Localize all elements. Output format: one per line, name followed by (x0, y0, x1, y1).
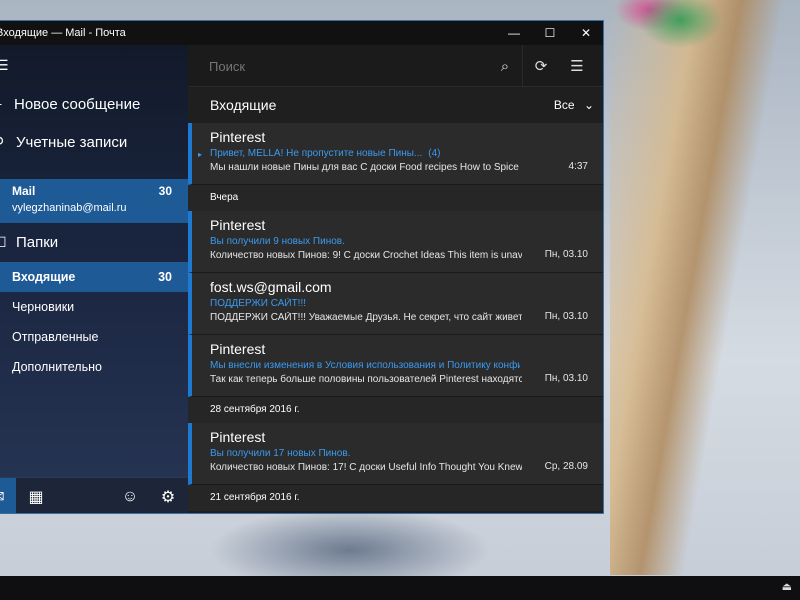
gear-icon[interactable]: ⚙ (150, 478, 186, 513)
message-subject-text: Привет, MELLA! Не пропустите новые Пины.… (210, 148, 423, 159)
account-name: Mail (12, 184, 36, 198)
folder-drafts[interactable]: Черновики (0, 292, 188, 322)
usb-icon[interactable]: ⏏ (782, 580, 792, 593)
taskbar: ⏏ (0, 576, 800, 600)
message-item[interactable]: Pinterest Мы внесли изменения в Условия … (188, 335, 603, 397)
message-subject: Вы получили 17 новых Пинов. (210, 448, 351, 459)
folder-label: Отправленные (12, 330, 99, 344)
maximize-button[interactable]: ☐ (532, 21, 568, 45)
message-subject: ПОДДЕРЖИ САЙТ!!! (210, 298, 307, 309)
message-item[interactable]: fost.ws@gmail.com ПОДДЕРЖИ САЙТ!!! ПОДДЕ… (188, 273, 603, 335)
person-icon: ⚲ (0, 134, 8, 151)
menu-icon: ☰ (0, 57, 10, 74)
mail-window: Входящие — Mail - Почта — ☐ ✕ ☰ + Новое … (0, 20, 604, 514)
thread-count: (4) (428, 148, 441, 159)
account-email: vylegzhaninab@mail.ru (12, 202, 127, 214)
title-bar: Входящие — Mail - Почта — ☐ ✕ (0, 21, 603, 45)
folder-more[interactable]: Дополнительно (0, 352, 188, 382)
folder-sent[interactable]: Отправленные (0, 322, 188, 352)
sync-icon[interactable]: ⟳ (524, 45, 558, 87)
folder-count: 30 (158, 270, 172, 284)
message-preview: Количество новых Пинов: 17! С доски Usef… (210, 462, 522, 473)
folder-label: Дополнительно (12, 360, 102, 374)
folder-icon: ☐ (0, 234, 8, 251)
folder-label: Черновики (12, 300, 75, 314)
accounts-label: Учетные записи (16, 133, 128, 151)
message-time: 4:37 (568, 161, 588, 172)
folder-inbox[interactable]: Входящие 30 (0, 262, 188, 292)
message-item[interactable]: Pinterest Вы получили 17 новых Пинов. Ко… (188, 423, 603, 485)
message-sender: Pinterest (210, 341, 266, 357)
sidebar-bottom-bar: ✉ ▦ ☺ ⚙ (0, 477, 188, 513)
message-subject: Вы получили 9 новых Пинов. (210, 236, 345, 247)
message-time: Пн, 03.10 (544, 249, 588, 260)
folders-button[interactable]: ☐ Папки (0, 227, 188, 257)
message-sender: Pinterest (210, 429, 266, 445)
message-list: ▸ Pinterest Привет, MELLA! Не пропустите… (188, 123, 603, 513)
message-list-pane: ⌕ ⟳ ☰ Входящие Все ⌄ ▸ Pinterest Привет,… (188, 45, 603, 513)
search-icon[interactable]: ⌕ (488, 45, 522, 87)
message-subject: Мы внесли изменения в Условия использова… (210, 360, 520, 371)
mail-icon[interactable]: ✉ (0, 478, 16, 513)
inbox-title: Входящие (210, 97, 277, 113)
date-group-header: Вчера (188, 185, 603, 211)
folders-label: Папки (16, 233, 59, 251)
smiley-icon[interactable]: ☺ (112, 478, 148, 513)
message-preview: ПОДДЕРЖИ САЙТ!!! Уважаемые Друзья. Не се… (210, 312, 522, 323)
wallpaper-figure (610, 0, 800, 575)
message-time: Пн, 03.10 (544, 373, 588, 384)
filter-dropdown[interactable]: Все ⌄ (554, 98, 594, 112)
message-time: Ср, 28.09 (544, 461, 588, 472)
date-group-header: 28 сентября 2016 г. (188, 397, 603, 423)
account-mail[interactable]: Mail 30 vylegzhaninab@mail.ru (0, 179, 188, 223)
minimize-button[interactable]: — (496, 21, 532, 45)
message-item[interactable]: ▸ Pinterest Привет, MELLA! Не пропустите… (188, 123, 603, 185)
inbox-header: Входящие Все ⌄ (188, 87, 603, 123)
message-preview: Мы нашли новые Пины для вас С доски Food… (210, 162, 522, 173)
date-group-header: 21 сентября 2016 г. (188, 485, 603, 511)
message-time: Пн, 03.10 (544, 311, 588, 322)
new-message-button[interactable]: + Новое сообщение (0, 89, 188, 119)
calendar-icon[interactable]: ▦ (18, 478, 54, 513)
divider (522, 45, 523, 87)
select-icon[interactable]: ☰ (560, 45, 594, 87)
account-count: 30 (158, 184, 172, 198)
filter-label: Все (553, 98, 575, 112)
window-title: Входящие — Mail - Почта (0, 27, 126, 39)
unread-arrow-icon: ▸ (198, 150, 203, 159)
message-item[interactable]: Pinterest Вы получили 9 новых Пинов. Кол… (188, 211, 603, 273)
new-message-label: Новое сообщение (14, 95, 141, 113)
message-preview: Так как теперь больше половины пользоват… (210, 374, 522, 385)
message-sender: Pinterest (210, 217, 266, 233)
chevron-down-icon: ⌄ (583, 98, 594, 112)
accounts-button[interactable]: ⚲ Учетные записи (0, 127, 188, 157)
folder-label: Входящие (12, 270, 76, 284)
message-preview: Количество новых Пинов: 9! С доски Croch… (210, 250, 522, 261)
message-sender: fost.ws@gmail.com (210, 279, 332, 295)
close-button[interactable]: ✕ (568, 21, 603, 45)
search-bar: ⌕ ⟳ ☰ (188, 45, 603, 87)
hamburger-button[interactable]: ☰ (0, 53, 188, 77)
message-sender: Pinterest (210, 129, 266, 145)
message-subject: Привет, MELLA! Не пропустите новые Пины.… (210, 148, 520, 159)
plus-icon: + (0, 96, 8, 112)
search-input[interactable] (198, 53, 518, 79)
sidebar: ☰ + Новое сообщение ⚲ Учетные записи Mai… (0, 45, 188, 513)
